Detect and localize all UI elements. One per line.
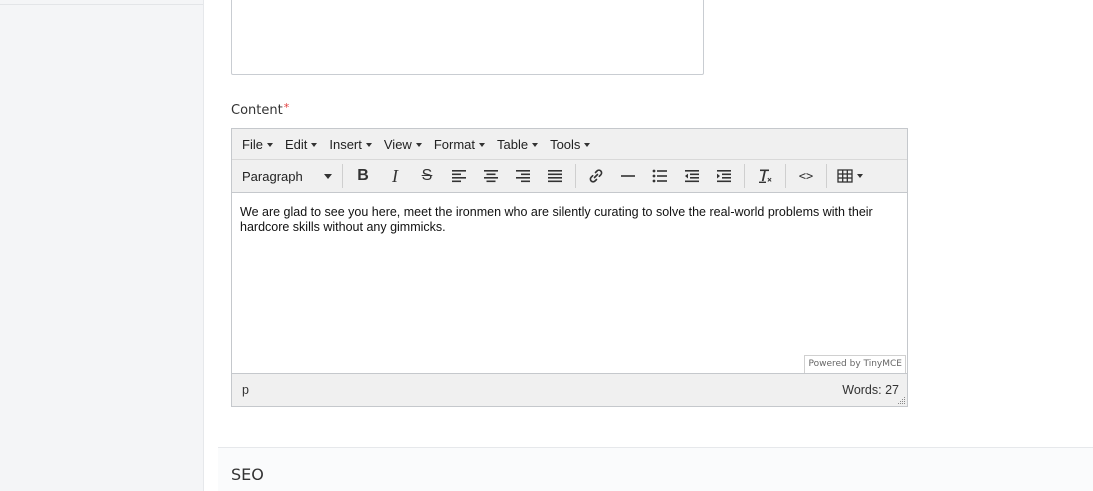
align-justify-icon [548, 170, 562, 183]
menu-table-label: Table [497, 136, 529, 152]
source-code-button[interactable]: <> [790, 162, 822, 190]
clear-formatting-icon [759, 169, 772, 183]
editor-content[interactable]: We are glad to see you here, meet the ir… [232, 193, 907, 383]
align-center-button[interactable] [475, 162, 507, 190]
clear-formatting-button[interactable] [749, 162, 781, 190]
align-left-button[interactable] [443, 162, 475, 190]
menu-file[interactable]: File [236, 129, 279, 159]
content-paragraph[interactable]: We are glad to see you here, meet the ir… [240, 205, 899, 235]
horizontal-rule-icon [621, 175, 635, 177]
rich-text-editor: File Edit Insert View Format Table Tools… [231, 128, 908, 407]
menu-edit-label: Edit [284, 136, 308, 152]
horizontal-rule-button[interactable] [612, 162, 644, 190]
menu-edit[interactable]: Edit [279, 129, 323, 159]
strikethrough-icon: S [421, 167, 433, 184]
menu-insert-label: Insert [329, 136, 362, 152]
required-marker: * [283, 101, 290, 114]
caret-down-icon [324, 173, 332, 179]
caret-down-icon [311, 143, 318, 147]
editor-toolbar: Paragraph B I S <> [232, 160, 907, 193]
align-right-icon [516, 170, 530, 183]
table-button[interactable] [831, 162, 869, 190]
caret-down-icon [532, 143, 539, 147]
caret-down-icon [415, 143, 422, 147]
bullet-list-button[interactable] [644, 162, 676, 190]
bold-icon: B [357, 167, 369, 184]
toolbar-separator [744, 164, 745, 188]
content-label: Content* [231, 101, 290, 118]
powered-by-tinymce[interactable]: Powered by TinyMCE [804, 355, 906, 374]
sidebar [0, 0, 204, 491]
caret-down-icon [266, 143, 273, 147]
outdent-button[interactable] [676, 162, 708, 190]
toolbar-separator [342, 164, 343, 188]
caret-down-icon [365, 143, 372, 147]
menu-tools[interactable]: Tools [544, 129, 596, 159]
menu-view-label: View [383, 136, 412, 152]
block-format-select[interactable]: Paragraph [236, 163, 338, 189]
menu-insert[interactable]: Insert [323, 129, 378, 159]
menu-file-label: File [242, 136, 263, 152]
align-center-icon [484, 170, 498, 183]
menu-tools-label: Tools [550, 136, 581, 152]
indent-icon [717, 170, 731, 183]
indent-button[interactable] [708, 162, 740, 190]
caret-down-icon [479, 143, 485, 147]
word-count: Words: 27 [842, 383, 899, 397]
editor-menubar: File Edit Insert View Format Table Tools [232, 129, 907, 160]
content-label-text: Content [231, 103, 283, 118]
outdent-icon [685, 170, 699, 183]
link-button[interactable] [580, 162, 612, 190]
toolbar-separator [826, 164, 827, 188]
element-path[interactable]: p [242, 383, 249, 397]
menu-view[interactable]: View [378, 129, 428, 159]
menu-table[interactable]: Table [491, 129, 544, 159]
sidebar-divider [0, 4, 203, 5]
menu-format-label: Format [433, 136, 475, 152]
align-right-button[interactable] [507, 162, 539, 190]
resize-handle-icon[interactable] [897, 396, 906, 405]
italic-icon: I [392, 165, 398, 186]
align-justify-button[interactable] [539, 162, 571, 190]
seo-section-title: SEO [231, 465, 264, 484]
align-left-icon [452, 170, 466, 183]
editor-statusbar: p Words: 27 [232, 373, 907, 406]
table-icon [837, 169, 853, 183]
caret-down-icon [857, 174, 863, 178]
toolbar-separator [575, 164, 576, 188]
strikethrough-button[interactable]: S [411, 162, 443, 190]
bullet-list-icon [652, 169, 667, 183]
block-format-value: Paragraph [242, 168, 303, 184]
menu-format[interactable]: Format [428, 129, 491, 159]
description-textarea[interactable] [231, 0, 704, 75]
source-code-icon: <> [798, 169, 814, 183]
italic-button[interactable]: I [379, 162, 411, 190]
seo-section: SEO [218, 447, 1093, 491]
bold-button[interactable]: B [347, 162, 379, 190]
toolbar-separator [785, 164, 786, 188]
link-icon [589, 169, 603, 183]
caret-down-icon [584, 143, 591, 147]
